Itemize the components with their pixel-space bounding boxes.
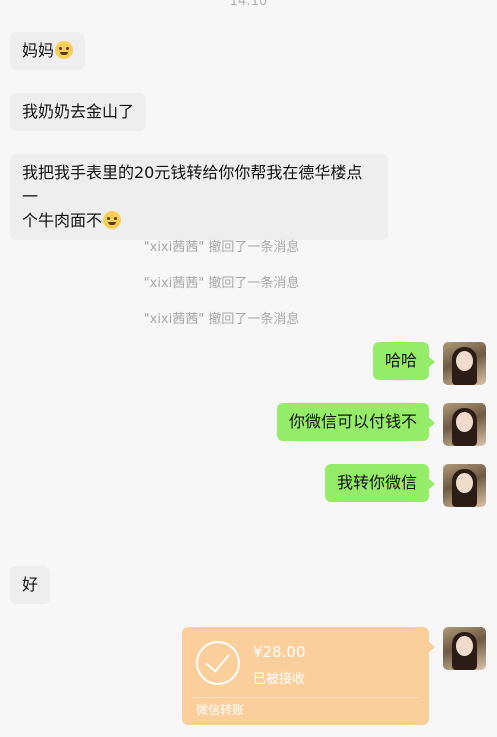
- divider: [192, 697, 419, 698]
- recall-notice: "xixi茜茜" 撤回了一条消息: [143, 240, 300, 255]
- message-text: 我奶奶去金山了: [22, 102, 135, 121]
- avatar-face: [456, 636, 473, 656]
- message-text-line-2: 个牛肉面不: [22, 209, 376, 233]
- message-text: 你微信可以付钱不: [288, 412, 417, 431]
- recall-notice: "xixi茜茜" 撤回了一条消息: [143, 312, 300, 327]
- message-text: 哈哈: [384, 351, 417, 370]
- timestamp: 14:10: [229, 0, 268, 9]
- message-bubble-incoming[interactable]: 我把我手表里的20元钱转给你你帮我在德华楼点一 个牛肉面不: [10, 154, 388, 240]
- avatar-face: [456, 412, 473, 432]
- message-text: 好: [22, 575, 39, 594]
- message-bubble-outgoing[interactable]: 你微信可以付钱不: [276, 403, 436, 441]
- avatar[interactable]: [443, 627, 486, 670]
- message-bubble-incoming[interactable]: 妈妈: [10, 32, 86, 70]
- avatar[interactable]: [443, 342, 486, 385]
- check-circle-icon: [196, 641, 240, 685]
- message-text: 我转你微信: [336, 473, 417, 492]
- message-text: 妈妈: [22, 41, 55, 60]
- message-text-line: 我把我手表里的20元钱转给你你帮我在德华楼点一: [22, 163, 363, 206]
- avatar-face: [456, 351, 473, 371]
- message-bubble-outgoing[interactable]: 我转你微信: [324, 464, 436, 502]
- message-bubble-incoming[interactable]: 我奶奶去金山了: [10, 93, 147, 131]
- avatar[interactable]: [443, 464, 486, 507]
- recall-notice: "xixi茜茜" 撤回了一条消息: [143, 276, 300, 291]
- avatar-face: [456, 473, 473, 493]
- transfer-label: 微信转账: [196, 703, 245, 717]
- message-text: 个牛肉面不: [22, 211, 103, 230]
- wechat-transfer-card[interactable]: ¥28.00 已被接收 微信转账: [182, 627, 435, 725]
- message-bubble-incoming[interactable]: 好: [10, 566, 51, 604]
- avatar[interactable]: [443, 403, 486, 446]
- grinning-face-icon: [55, 41, 74, 59]
- transfer-status: 已被接收: [253, 672, 306, 687]
- message-bubble-outgoing[interactable]: 哈哈: [372, 342, 436, 380]
- grinning-face-icon: [103, 211, 122, 229]
- transfer-amount: ¥28.00: [253, 643, 306, 661]
